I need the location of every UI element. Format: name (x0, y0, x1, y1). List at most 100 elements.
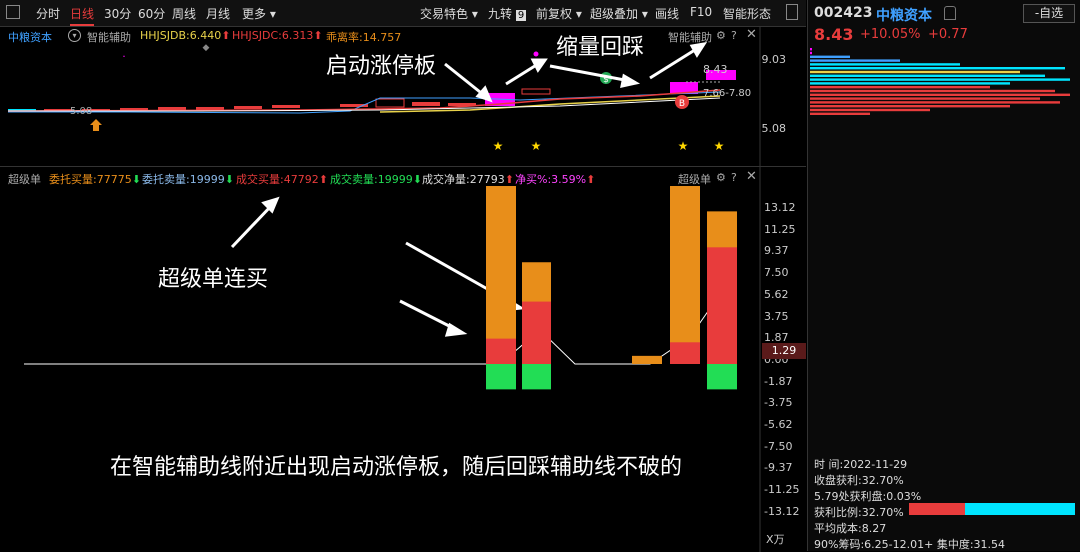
profit-ratio: 获利比例:32.70% (814, 506, 904, 519)
annotation-start-limit-up: 启动涨停板 (326, 54, 437, 79)
tab-30min[interactable]: 30分 (104, 5, 131, 22)
chip-bar (810, 101, 1060, 104)
tab-daily[interactable]: 日线 (70, 5, 95, 26)
chip-bar (810, 48, 812, 51)
profit-579: 5.79处获利盘:0.03% (814, 490, 922, 503)
profit-ratio-bar-cyan (965, 503, 1075, 515)
chip-bar (810, 93, 1070, 96)
candle (412, 102, 440, 106)
close-panel-icon[interactable] (786, 4, 798, 20)
toggle-panel-icon[interactable] (6, 5, 20, 19)
red-ma-line (7, 89, 721, 112)
axis-tick: -7.50 (764, 439, 793, 453)
period-toolbar: 分时 日线 30分 60分 周线 月线 更多 ▾ 交易特色 ▾ 九转 9 前复权… (0, 0, 806, 27)
star-icon: ★ (531, 139, 542, 153)
jiuzhuan-badge: 9 (515, 10, 527, 21)
price-chart-svg: · $ B ★ ★ ★ ★ ◆ (7, 26, 761, 166)
super-order-pane: 超级单 委托买量:77775⬇ 委托卖量:19999⬇ 成交买量:47792⬆ … (0, 166, 806, 552)
candle (375, 98, 405, 108)
chip-bar (810, 86, 990, 89)
axis-tick: -11.25 (764, 483, 800, 497)
axis-tick: 11.25 (764, 222, 796, 236)
svg-text:·: · (122, 50, 126, 63)
buy-mark-text: B (679, 99, 685, 109)
axis-tick: -1.87 (764, 374, 793, 388)
chip-bar (810, 74, 1045, 77)
chip-bar (810, 67, 1065, 70)
star-icon: ★ (493, 139, 504, 153)
star-icon: ★ (714, 139, 725, 153)
stock-name: 中粮资本 (876, 8, 932, 24)
deal-buy-bar (670, 342, 700, 364)
change-amount: +0.77 (928, 27, 968, 42)
axis-tick: 3.75 (764, 309, 789, 323)
tab-monthly[interactable]: 月线 (206, 5, 230, 22)
deal-buy-bar (486, 338, 516, 364)
menu-smart-shape[interactable]: 智能形态 (723, 5, 771, 22)
profit-ratio-bar-red (909, 503, 965, 515)
range-label: 7.66-7.80 (703, 88, 752, 99)
axis-tick: -3.75 (764, 396, 793, 410)
diamond-icon: ◆ (203, 43, 210, 53)
dot-marker-icon (533, 51, 539, 57)
deal-sell-bar (707, 364, 737, 390)
menu-jiuzhuan[interactable]: 九转 9 (488, 5, 527, 22)
annotation-super-buy: 超级单连买 (158, 267, 269, 292)
deal-buy-bar (522, 301, 551, 364)
candle (272, 105, 300, 108)
star-icon: ★ (678, 139, 689, 153)
entrust-buy-bar (670, 186, 700, 364)
price-box-label: 8.43 (703, 63, 728, 76)
annotation-bottom-note: 在智能辅助线附近出现启动涨停板，随后回踩辅助线不破的 (110, 455, 683, 480)
annotation-arrows (230, 196, 526, 337)
deal-sell-bar (486, 364, 516, 390)
chip-bar (810, 97, 1040, 100)
chip-bar (810, 63, 960, 66)
chip-bar (810, 78, 1070, 81)
axis-tick: 9.37 (764, 244, 789, 258)
axis-unit: X万 (766, 533, 785, 546)
axis-tick: 7.50 (764, 266, 789, 280)
annotation-shrink-pullback: 缩量回踩 (556, 35, 645, 60)
up-arrow-marker-icon (90, 119, 102, 131)
price-axis-tick: 5.08 (761, 122, 787, 135)
menu-draw[interactable]: 画线 (655, 5, 679, 22)
chip-bar (810, 55, 850, 58)
axis-tick: -13.12 (764, 504, 800, 518)
chip-bar (810, 82, 1010, 85)
axis-tick: 13.12 (764, 201, 796, 214)
candle (158, 107, 186, 110)
price-axis-tick: 9.03 (761, 53, 787, 66)
current-value-box: 1.29 (762, 343, 806, 359)
stock-code: 002423 (814, 5, 873, 21)
chip-bar (810, 108, 930, 112)
entrust-buy-bar (632, 355, 662, 364)
stock-price: 8.43 (814, 25, 854, 44)
chip-bar (810, 105, 1010, 108)
chip-bar (810, 70, 1020, 74)
menu-f10[interactable]: F10 (690, 5, 712, 19)
watchlist-button[interactable]: -自选 (1023, 4, 1075, 23)
tab-weekly[interactable]: 周线 (172, 5, 196, 22)
menu-trade-feature[interactable]: 交易特色 ▾ (420, 5, 478, 22)
chip-bar (810, 112, 870, 115)
menu-overlay[interactable]: 超级叠加 ▾ (590, 5, 648, 22)
candle (234, 106, 262, 109)
super-order-chart-svg (24, 167, 761, 552)
profit-close: 收盘获利:32.70% (814, 474, 904, 487)
menu-adjust[interactable]: 前复权 ▾ (536, 5, 582, 22)
quote-sidebar: 002423 中粮资本 -自选 8.43 +10.05% +0.77 时 间:2… (807, 0, 1080, 551)
bell-icon[interactable] (944, 6, 956, 20)
chip-bar (810, 59, 900, 62)
chip-bar (810, 89, 1055, 93)
chip-distribution-chart (810, 48, 1070, 115)
time-label: 时 间:2022-11-29 (814, 458, 908, 471)
tab-fenshi[interactable]: 分时 (36, 5, 60, 22)
candle (521, 88, 551, 95)
avg-cost: 平均成本:8.27 (814, 522, 887, 535)
axis-tick: -9.37 (764, 461, 793, 475)
tab-60min[interactable]: 60分 (138, 5, 165, 22)
entrust-buy-bar (486, 186, 516, 364)
tab-more[interactable]: 更多 ▾ (242, 5, 276, 22)
price-chart-pane: 中粮资本 ▾ 智能辅助 HHJSJDB:6.440⬆ HHJSJDC:6.313… (0, 26, 806, 166)
